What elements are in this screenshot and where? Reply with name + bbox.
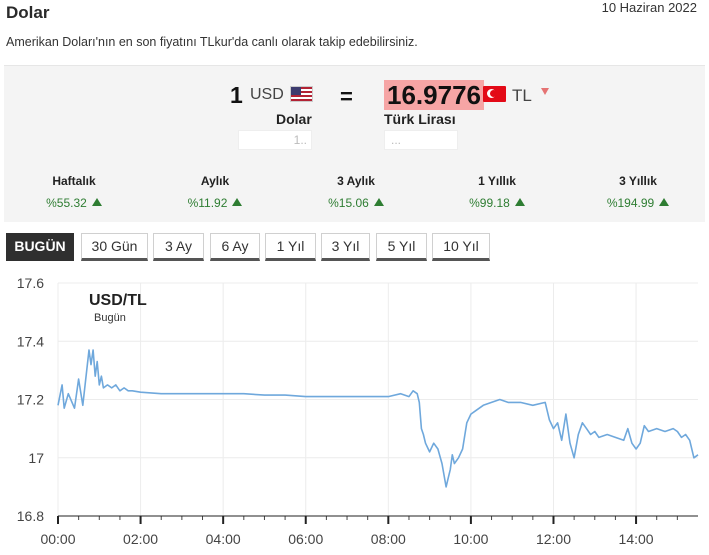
arrow-up-icon: [232, 198, 243, 206]
page-title: Dolar: [6, 3, 50, 22]
arrow-up-icon: [91, 198, 102, 206]
x-tick-label: 04:00: [206, 531, 241, 547]
tab-6-months[interactable]: 6 Ay: [210, 233, 260, 261]
change-value-yearly: %99.18: [442, 196, 552, 210]
change-label-monthly: Aylık: [200, 174, 230, 188]
x-tick-label: 00:00: [40, 531, 75, 547]
x-tick-label: 14:00: [619, 531, 654, 547]
y-tick-label: 17.4: [17, 333, 44, 349]
to-currency-code: TL: [512, 86, 532, 105]
tab-3-months[interactable]: 3 Ay: [153, 233, 204, 261]
y-tick-label: 17: [28, 450, 44, 466]
change-value-3-year: %194.99: [583, 196, 693, 210]
change-label-weekly: Haftalık: [52, 174, 96, 188]
amount-value: 1: [230, 82, 243, 108]
converter-panel: 1 USD = 16.9776 TL Dolar Türk Lirası 1..…: [4, 65, 705, 222]
to-amount-input[interactable]: ...: [384, 130, 458, 150]
change-label-3-month: 3 Aylık: [337, 174, 375, 188]
to-currency-label: Türk Lirası: [384, 111, 456, 127]
tab-10-years[interactable]: 10 Yıl: [432, 233, 490, 261]
date-label: 10 Haziran 2022: [601, 0, 697, 15]
arrow-up-icon: [514, 198, 525, 206]
equals-sign: =: [340, 84, 353, 109]
x-tick-label: 12:00: [536, 531, 571, 547]
arrow-up-icon: [659, 198, 670, 206]
from-currency-label: Dolar: [276, 111, 312, 127]
usd-tl-line-chart: USD/TL Bugün 17.6 17.4 17.2 17 16.8 00:00 02:0…: [17, 275, 699, 547]
tab-3-years[interactable]: 3 Yıl: [321, 233, 370, 261]
y-tick-label: 16.8: [17, 508, 44, 524]
us-flag-icon: [290, 86, 313, 102]
tab-30-days[interactable]: 30 Gün: [81, 233, 148, 261]
change-label-yearly: 1 Yıllık: [478, 174, 516, 188]
x-tick-label: 08:00: [371, 531, 406, 547]
change-value-3-month: %15.06: [301, 196, 411, 210]
x-tick-label: 10:00: [453, 531, 488, 547]
y-tick-label: 17.2: [17, 392, 44, 408]
x-tick-label: 06:00: [288, 531, 323, 547]
x-tick-label: 02:00: [123, 531, 158, 547]
page-description: Amerikan Doları'nın en son fiyatını TLku…: [6, 35, 418, 49]
change-value-weekly: %55.32: [19, 196, 129, 210]
y-tick-label: 17.6: [17, 275, 44, 291]
series-line: [57, 349, 699, 488]
tab-today[interactable]: BUGÜN: [6, 233, 74, 261]
tr-flag-icon: [483, 86, 506, 102]
from-amount-input[interactable]: 1..: [238, 130, 312, 150]
exchange-rate: 16.9776: [384, 80, 484, 110]
change-label-3-year: 3 Yıllık: [619, 174, 657, 188]
from-currency-code: USD: [250, 86, 284, 103]
chart-title: USD/TL: [89, 292, 147, 309]
change-value-monthly: %11.92: [160, 196, 270, 210]
tab-1-year[interactable]: 1 Yıl: [265, 233, 316, 261]
trend-down-icon: [541, 88, 549, 95]
chart-subtitle: Bugün: [94, 312, 126, 324]
arrow-up-icon: [373, 198, 384, 206]
tab-5-years[interactable]: 5 Yıl: [376, 233, 427, 261]
